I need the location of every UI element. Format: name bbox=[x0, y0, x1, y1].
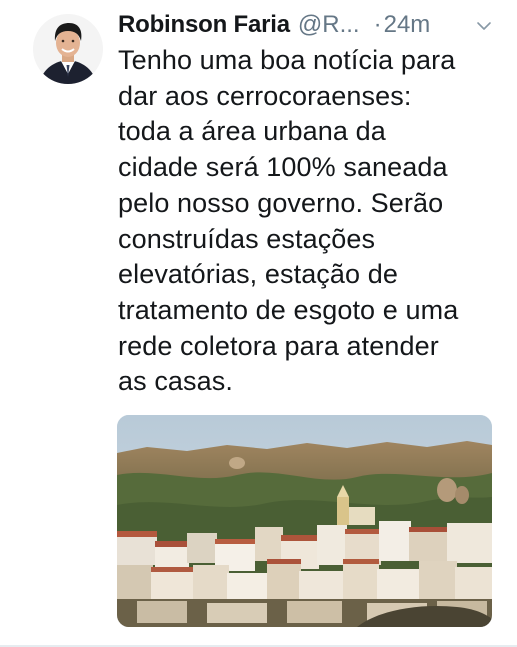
chevron-down-icon[interactable] bbox=[476, 18, 492, 34]
avatar-image bbox=[33, 14, 103, 84]
author-handle[interactable]: @R... bbox=[298, 11, 360, 39]
tweet-header: Robinson Faria @R... · 24m bbox=[118, 8, 498, 42]
timestamp[interactable]: 24m bbox=[384, 11, 431, 39]
tweet-photo[interactable] bbox=[117, 415, 492, 627]
avatar[interactable] bbox=[33, 14, 103, 84]
tweet[interactable]: Robinson Faria @R... · 24m Tenho uma boa… bbox=[0, 0, 517, 647]
town-landscape-image bbox=[117, 415, 492, 627]
separator-dot: · bbox=[373, 11, 382, 38]
tweet-text: Tenho uma boa notícia para dar aos cerro… bbox=[118, 45, 459, 397]
author-name[interactable]: Robinson Faria bbox=[118, 11, 290, 39]
